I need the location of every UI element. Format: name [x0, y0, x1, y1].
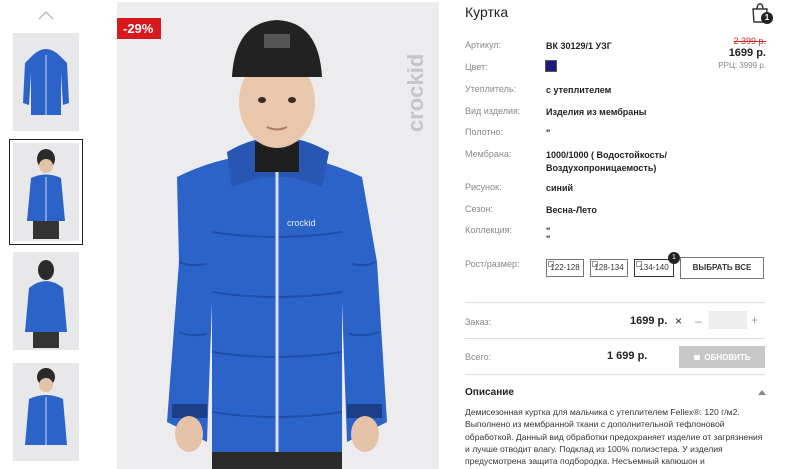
svg-text:crockid: crockid: [287, 218, 316, 228]
attr-value: ": [546, 128, 551, 138]
remove-order-icon[interactable]: ×: [675, 314, 682, 328]
chevron-up-icon[interactable]: [36, 8, 56, 22]
quantity-decrease-button[interactable]: –: [695, 314, 702, 328]
total-value: 1 699 р.: [607, 350, 648, 362]
update-cart-button[interactable]: ОБНОВИТЬ: [679, 346, 765, 368]
attr-label: Артикул:: [465, 40, 502, 50]
divider: [465, 338, 765, 339]
recommended-retail-price: РРЦ: 3999 р.: [718, 61, 766, 70]
attr-label: Мембрана:: [465, 149, 512, 159]
update-cart-label: ОБНОВИТЬ: [704, 352, 751, 362]
attr-label: Цвет:: [465, 62, 488, 72]
attr-value: Весна-Лето: [546, 205, 597, 215]
attr-value-line2: ": [546, 234, 551, 244]
size-quantity-badge: 1: [668, 252, 680, 264]
size-label: Рост/размер:: [465, 259, 520, 269]
size-checkbox[interactable]: [592, 261, 598, 267]
total-label: Всего:: [465, 352, 492, 362]
caret-up-icon[interactable]: [758, 389, 766, 395]
attr-label: Полотно:: [465, 127, 504, 137]
size-option-122-128[interactable]: 122-128: [546, 259, 584, 277]
attr-value: с утеплителем: [546, 85, 612, 95]
cart-small-icon: [694, 355, 701, 360]
divider: [465, 374, 765, 375]
current-price: 1699 р.: [728, 47, 766, 59]
size-checkbox[interactable]: [636, 261, 642, 267]
size-option-label: 122-128: [550, 263, 580, 272]
attr-value-line1: 1000/1000 ( Водостойкость/: [546, 150, 668, 160]
size-option-label: 134-140: [639, 263, 669, 272]
order-price: 1699 р.: [630, 315, 668, 327]
description-text: Демисезонная куртка для мальчика с утепл…: [465, 407, 763, 467]
attr-label: Коллекция:: [465, 225, 513, 235]
size-option-128-134[interactable]: 128-134: [590, 259, 628, 277]
thumbnail-2[interactable]: [9, 139, 83, 245]
attr-label: Утеплитель:: [465, 84, 517, 94]
attr-label: Вид изделия:: [465, 106, 521, 116]
select-all-sizes-button[interactable]: ВЫБРАТЬ ВСЕ: [680, 257, 764, 279]
thumbnail-4[interactable]: [13, 363, 79, 461]
attr-value: синий: [546, 183, 574, 193]
color-swatch[interactable]: [545, 60, 557, 72]
thumbnail-3[interactable]: [13, 252, 79, 350]
product-photo: crockid: [167, 20, 387, 469]
brand-watermark: crockid: [403, 54, 428, 132]
thumbnail-1[interactable]: [13, 33, 79, 131]
quantity-increase-button[interactable]: +: [751, 313, 758, 327]
discount-badge: -29%: [117, 18, 162, 39]
cart-count-badge: 1: [761, 12, 773, 24]
attr-label: Сезон:: [465, 204, 493, 214]
attr-value: ВК 30129/1 УЗГ: [546, 41, 612, 51]
size-option-134-140[interactable]: 134-140: [634, 259, 674, 277]
main-product-image: crockid -29% crockid: [117, 2, 439, 469]
description-title: Описание: [465, 387, 514, 398]
thumbnail-strip: [0, 0, 100, 469]
svg-text:crockid: crockid: [403, 54, 428, 132]
order-label: Заказ:: [465, 317, 492, 327]
size-option-label: 128-134: [594, 263, 624, 272]
product-info-panel: Куртка 1 2 399 р. 1699 р. РРЦ: 3999 р. А…: [465, 0, 800, 469]
attr-value: Изделия из мембраны: [546, 107, 647, 117]
size-checkbox[interactable]: [548, 261, 554, 267]
divider: [465, 302, 765, 303]
attr-value-line2: Воздухопроницаемость): [546, 163, 657, 173]
old-price: 2 399 р.: [733, 36, 766, 46]
quantity-input[interactable]: [709, 311, 747, 329]
product-title: Куртка: [465, 4, 509, 20]
attr-label: Рисунок:: [465, 182, 502, 192]
